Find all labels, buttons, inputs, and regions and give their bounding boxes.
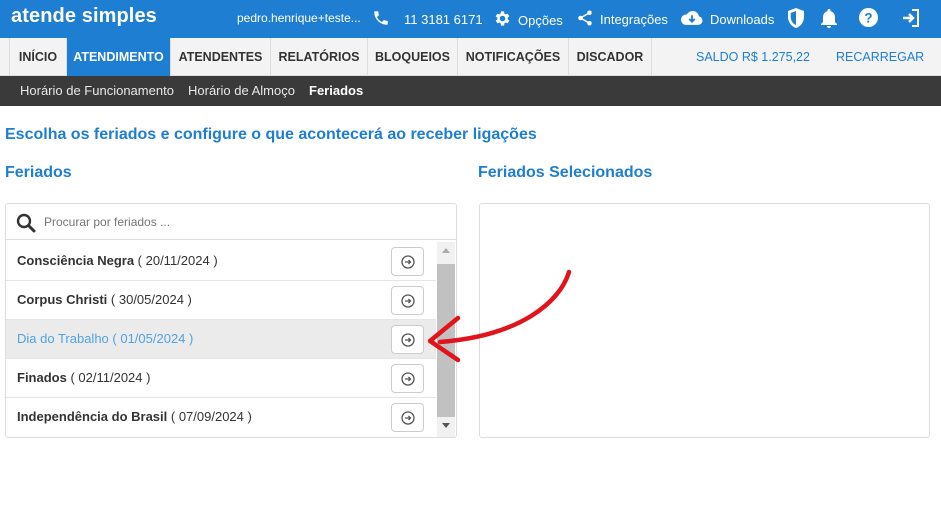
add-holiday-button[interactable] [391,403,424,432]
subnav-feriados[interactable]: Feriados [309,83,363,98]
list-item[interactable]: Independência do Brasil ( 07/09/2024 ) [6,398,436,436]
integrations-menu[interactable]: Integrações [576,9,668,30]
options-label: Opções [518,12,563,28]
holidays-list: Consciência Negra ( 20/11/2024 ) Corpus … [6,242,436,436]
tab-atendentes[interactable]: ATENDENTES [171,38,271,76]
tab-relatorios[interactable]: RELATÓRIOS [271,38,368,76]
subnav-horario-almoco[interactable]: Horário de Almoço [188,83,295,98]
arrow-circle-right-icon [400,254,415,269]
add-holiday-button[interactable] [391,325,424,354]
arrow-circle-right-icon [400,332,415,347]
add-holiday-button[interactable] [391,286,424,315]
sub-nav: Horário de Funcionamento Horário de Almo… [0,76,941,106]
selected-holidays-title: Feriados Selecionados [478,164,653,181]
search-icon [16,213,36,238]
arrow-circle-right-icon [400,371,415,386]
holiday-date: ( 02/11/2024 ) [70,370,151,385]
subnav-horario-funcionamento[interactable]: Horário de Funcionamento [20,83,174,98]
selected-holidays-panel [479,203,930,438]
scrollbar-thumb[interactable] [437,264,455,417]
holiday-name: Finados [17,370,67,385]
scroll-up-arrow-icon[interactable] [442,248,450,253]
list-item-selected[interactable]: Dia do Trabalho ( 01/05/2024 ) [6,320,436,359]
add-holiday-button[interactable] [391,364,424,393]
list-item[interactable]: Corpus Christi ( 30/05/2024 ) [6,281,436,320]
shield-icon[interactable] [786,7,806,34]
arrow-circle-right-icon [400,410,415,425]
recharge-link[interactable]: RECARREGAR [836,38,924,76]
tab-inicio[interactable]: INÍCIO [9,38,67,76]
top-bar: atende simples pedro.henrique+teste... 1… [0,0,941,38]
gear-icon [493,9,512,31]
cloud-download-icon [680,9,704,30]
phone-icon [372,9,390,30]
list-item[interactable]: Finados ( 02/11/2024 ) [6,359,436,398]
holiday-date: ( 30/05/2024 ) [110,292,192,307]
scroll-down-arrow-icon[interactable] [442,423,450,428]
bell-icon[interactable] [820,7,838,34]
downloads-menu[interactable]: Downloads [680,9,774,30]
tab-bloqueios[interactable]: BLOQUEIOS [368,38,458,76]
phone-number: 11 3181 6171 [404,12,483,27]
page-headline: Escolha os feriados e configure o que ac… [5,126,537,143]
svg-text:?: ? [864,10,872,25]
brand-logo[interactable]: atende simples [11,5,157,28]
tab-discador[interactable]: DISCADOR [569,38,652,76]
share-icon [576,9,594,30]
phone-item[interactable]: 11 3181 6171 [372,9,483,30]
downloads-label: Downloads [710,12,775,27]
holiday-name: Independência do Brasil [17,409,168,424]
holiday-name: Corpus Christi [17,292,108,307]
list-scrollbar[interactable] [437,242,455,437]
integrations-label: Integrações [600,12,668,27]
user-email[interactable]: pedro.henrique+teste... [237,11,361,25]
tab-notificacoes[interactable]: NOTIFICAÇÕES [458,38,569,76]
holiday-date: ( 07/09/2024 ) [170,409,252,424]
add-holiday-button[interactable] [391,247,424,276]
main-nav: INÍCIO ATENDIMENTO ATENDENTES RELATÓRIOS… [0,38,941,76]
holidays-panel: Consciência Negra ( 20/11/2024 ) Corpus … [5,203,457,438]
list-item[interactable]: Consciência Negra ( 20/11/2024 ) [6,242,436,281]
holiday-name: Consciência Negra [17,253,135,268]
tab-atendimento[interactable]: ATENDIMENTO [67,38,171,76]
help-icon[interactable]: ? [858,7,879,33]
options-menu[interactable]: Opções [493,9,563,31]
search-bar [6,204,456,240]
logout-icon[interactable] [900,7,922,34]
holiday-date: ( 01/05/2024 ) [112,331,194,346]
holidays-title: Feriados [5,164,72,181]
search-input[interactable] [44,212,444,232]
holiday-date: ( 20/11/2024 ) [137,253,218,268]
balance-link[interactable]: SALDO R$ 1.275,22 [696,38,810,76]
holiday-name: Dia do Trabalho [17,331,109,346]
arrow-circle-right-icon [400,293,415,308]
